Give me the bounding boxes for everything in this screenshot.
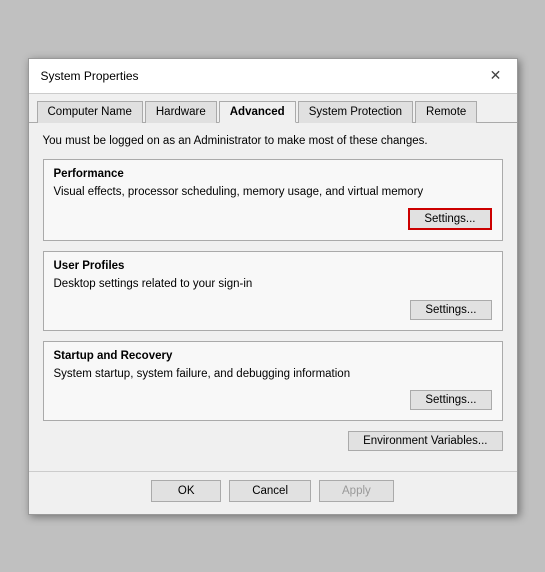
startup-recovery-button-row: Settings...: [54, 390, 492, 410]
admin-note: You must be logged on as an Administrato…: [43, 135, 503, 147]
user-profiles-description: Desktop settings related to your sign-in: [54, 278, 492, 290]
environment-variables-button[interactable]: Environment Variables...: [348, 431, 502, 451]
title-bar: System Properties ✕: [29, 59, 517, 94]
performance-title: Performance: [54, 168, 492, 180]
performance-section: Performance Visual effects, processor sc…: [43, 159, 503, 241]
footer: OK Cancel Apply: [29, 471, 517, 514]
system-properties-window: System Properties ✕ Computer Name Hardwa…: [28, 58, 518, 515]
performance-description: Visual effects, processor scheduling, me…: [54, 186, 492, 198]
tab-content: You must be logged on as an Administrato…: [29, 123, 517, 471]
performance-button-row: Settings...: [54, 208, 492, 230]
tab-remote[interactable]: Remote: [415, 101, 477, 123]
ok-button[interactable]: OK: [151, 480, 221, 502]
startup-recovery-section: Startup and Recovery System startup, sys…: [43, 341, 503, 421]
startup-recovery-title: Startup and Recovery: [54, 350, 492, 362]
tab-advanced[interactable]: Advanced: [219, 101, 296, 123]
apply-button[interactable]: Apply: [319, 480, 394, 502]
performance-settings-button[interactable]: Settings...: [408, 208, 491, 230]
startup-recovery-description: System startup, system failure, and debu…: [54, 368, 492, 380]
user-profiles-button-row: Settings...: [54, 300, 492, 320]
close-button[interactable]: ✕: [487, 67, 505, 85]
window-title: System Properties: [41, 69, 139, 83]
tab-hardware[interactable]: Hardware: [145, 101, 217, 123]
tab-system-protection[interactable]: System Protection: [298, 101, 413, 123]
user-profiles-title: User Profiles: [54, 260, 492, 272]
user-profiles-settings-button[interactable]: Settings...: [410, 300, 491, 320]
tab-bar: Computer Name Hardware Advanced System P…: [29, 94, 517, 123]
startup-recovery-settings-button[interactable]: Settings...: [410, 390, 491, 410]
close-icon: ✕: [490, 67, 502, 84]
user-profiles-section: User Profiles Desktop settings related t…: [43, 251, 503, 331]
env-button-row: Environment Variables...: [43, 431, 503, 451]
cancel-button[interactable]: Cancel: [229, 480, 311, 502]
tab-computer-name[interactable]: Computer Name: [37, 101, 143, 123]
